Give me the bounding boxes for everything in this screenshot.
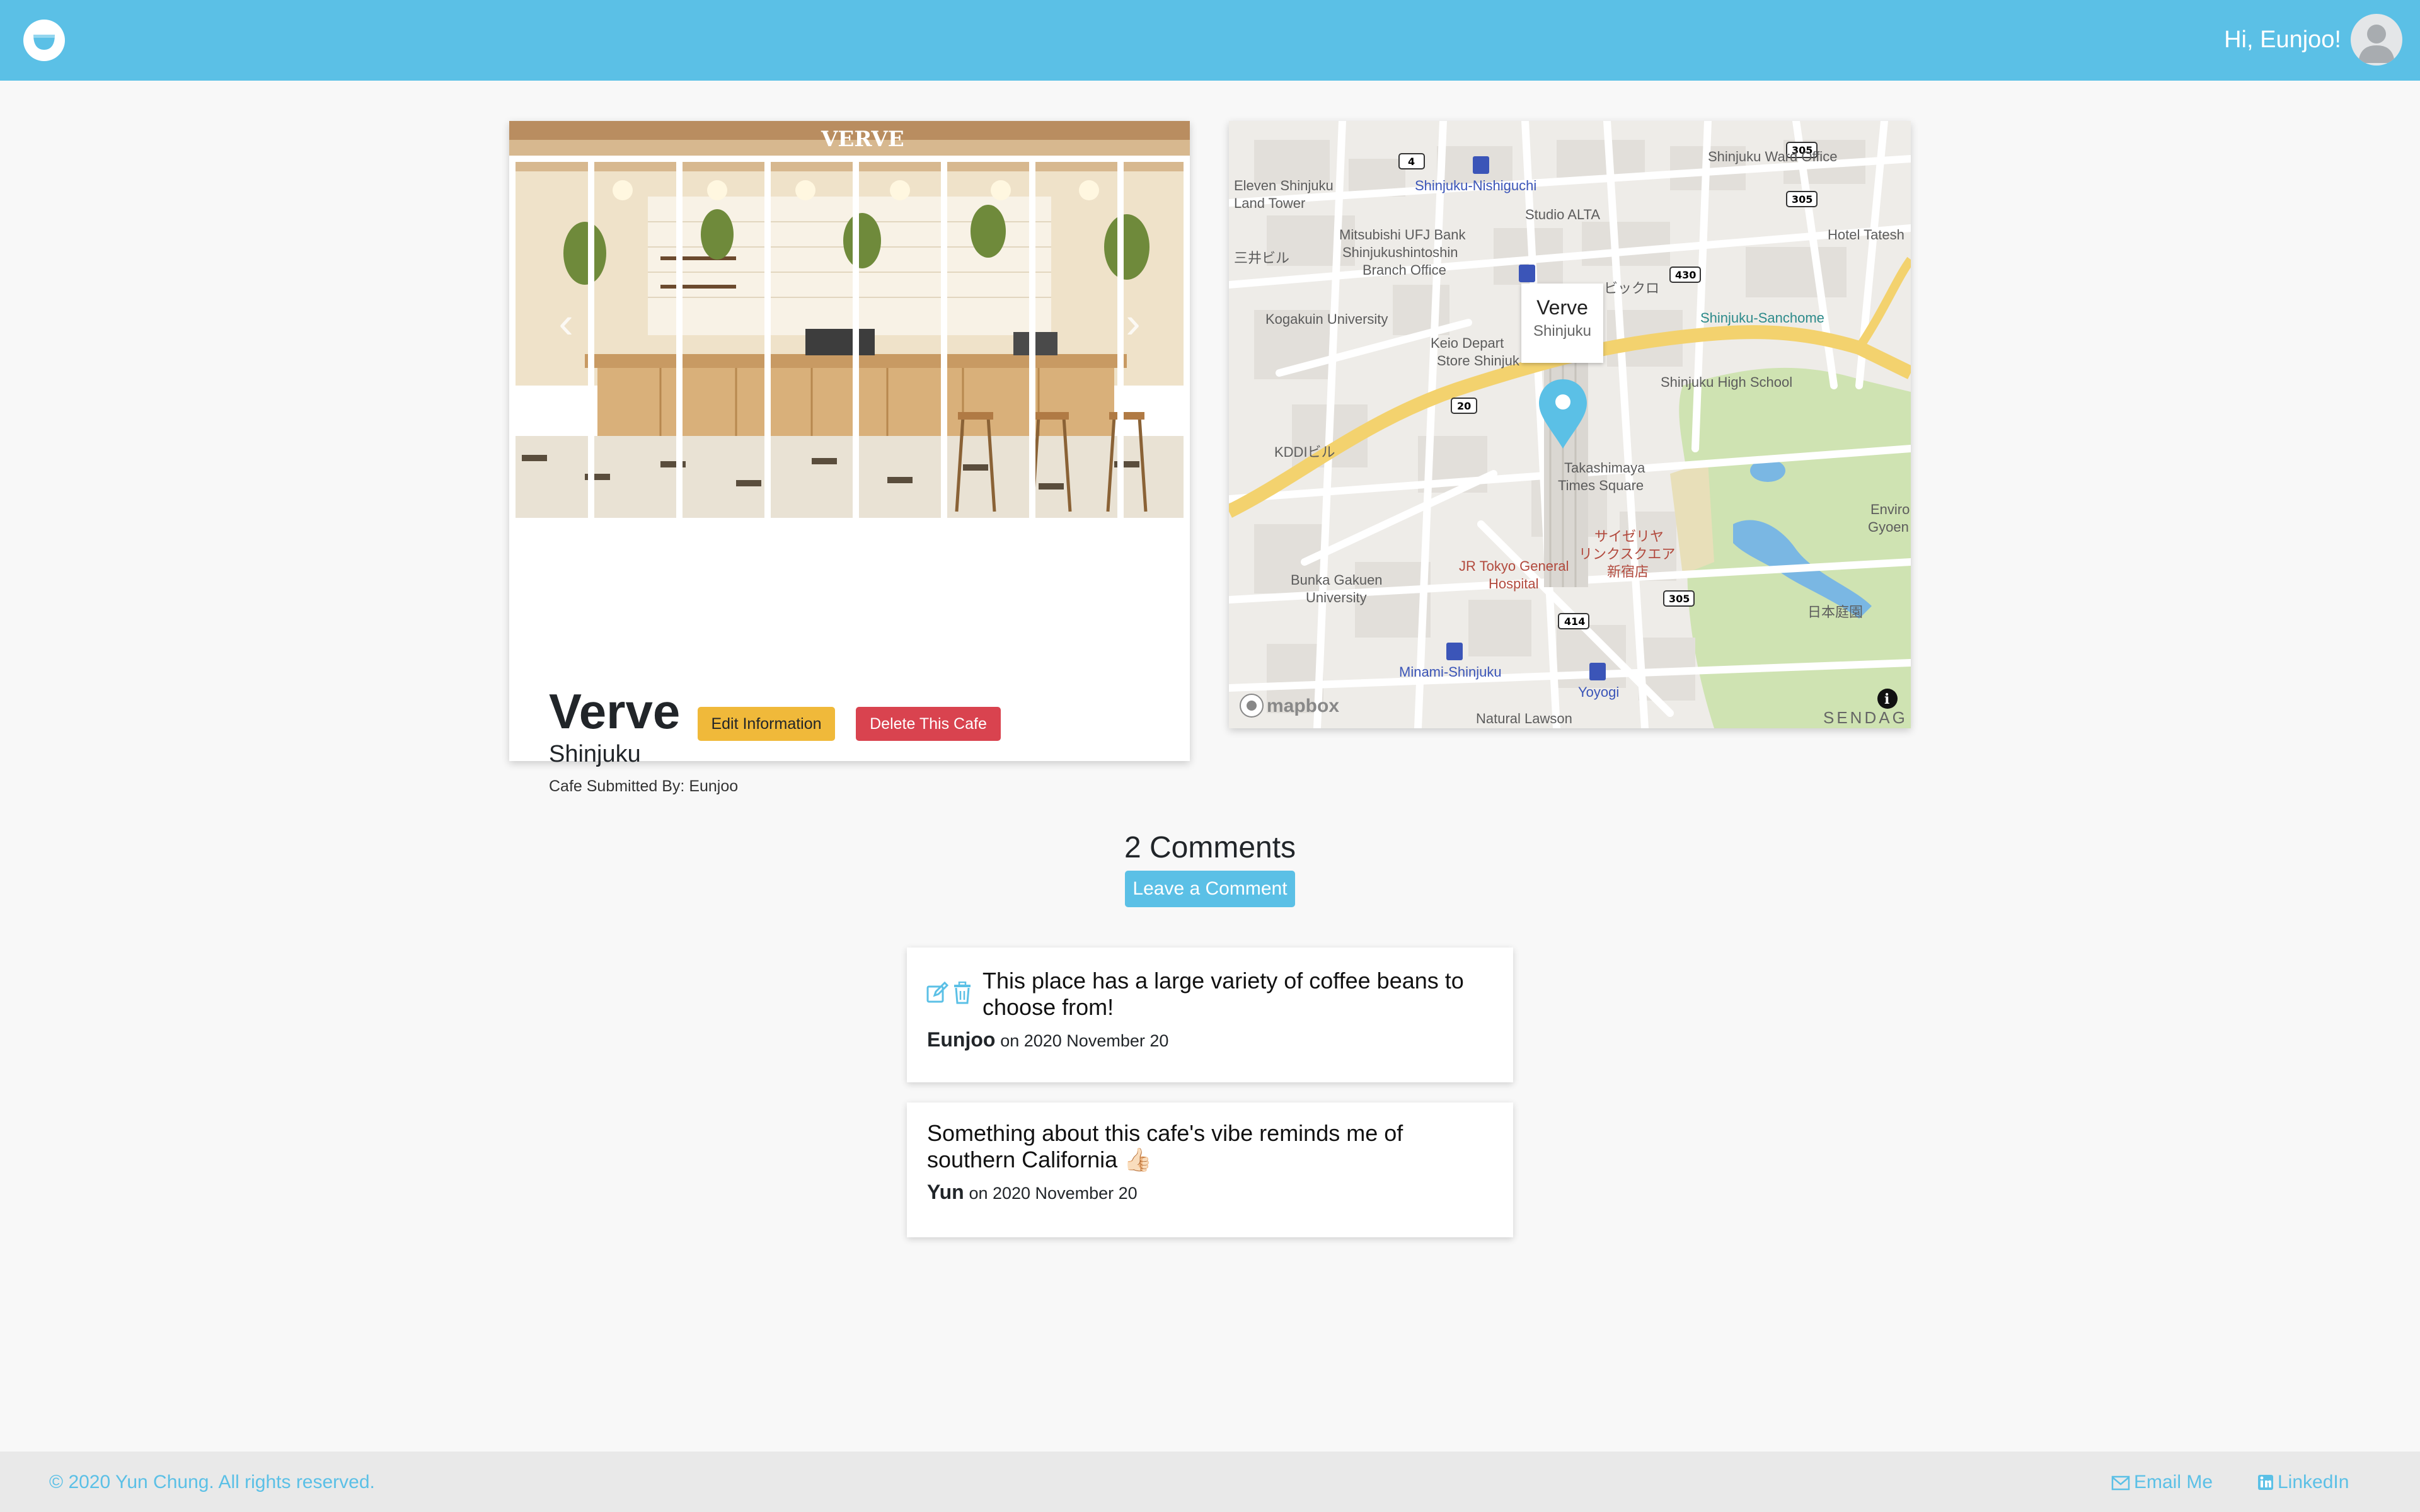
map-label: 三井ビル <box>1234 250 1290 266</box>
navbar: Hi, Eunjoo! <box>0 0 2420 81</box>
map-popup-subtitle: Shinjuku <box>1533 323 1592 340</box>
map-label: Branch Office <box>1363 262 1446 278</box>
map-label: Takashimaya <box>1564 460 1645 476</box>
edit-icon[interactable] <box>926 982 948 1004</box>
delete-cafe-button[interactable]: Delete This Cafe <box>856 707 1001 741</box>
comment-meta: Yun on 2020 November 20 <box>927 1181 1138 1204</box>
map-popup-title: Verve <box>1536 296 1588 319</box>
cafe-submitted-by: Cafe Submitted By: Eunjoo <box>549 777 739 795</box>
comment-card: This place has a large variety of coffee… <box>907 948 1513 1082</box>
shield-20: 20 <box>1457 400 1471 412</box>
comment-text: This place has a large variety of coffee… <box>982 968 1464 1020</box>
email-link-label: Email Me <box>2134 1472 2213 1492</box>
map-corner-label: SENDAG <box>1823 708 1908 727</box>
shield-305b: 305 <box>1792 193 1812 205</box>
map-label: Store Shinjuk <box>1437 353 1519 369</box>
map-label: Yoyogi <box>1578 684 1620 700</box>
svg-text:i: i <box>1884 691 1889 707</box>
map-label: KDDIビル <box>1274 444 1335 460</box>
map-label: Enviro <box>1870 501 1910 517</box>
mapbox-attribution[interactable]: mapbox <box>1267 696 1339 717</box>
map-label: Hospital <box>1489 576 1539 592</box>
cafe-card: VERVE ‹ › Verve Shinjuku Cafe Submitted … <box>509 121 1190 795</box>
cafe-area: Shinjuku <box>549 741 641 767</box>
edit-information-button[interactable]: Edit Information <box>698 707 835 741</box>
map-label: Minami-Shinjuku <box>1399 664 1502 680</box>
linkedin-icon <box>2258 1475 2273 1490</box>
copyright-text: © 2020 Yun Chung. All rights reserved. <box>49 1472 375 1492</box>
comment-author: Eunjoo <box>927 1028 996 1051</box>
map-label: Shinjukushintoshin <box>1342 244 1458 260</box>
map-label: 新宿店 <box>1607 564 1649 580</box>
map-label: Shinjuku Ward Office <box>1708 149 1838 164</box>
map-label: Keio Depart <box>1431 335 1504 351</box>
linkedin-link[interactable]: LinkedIn <box>2257 1472 2349 1493</box>
map-label: Shinjuku-Nishiguchi <box>1415 178 1537 193</box>
map-popup: Verve Shinjuku <box>1521 284 1603 363</box>
shield-4: 4 <box>1408 156 1415 168</box>
comment-meta: Eunjoo on 2020 November 20 <box>927 1028 1168 1051</box>
map-label: ビックロ <box>1604 280 1660 296</box>
carousel-next-button[interactable]: › <box>1114 291 1152 354</box>
comment-text: Something about this cafe's vibe reminds… <box>927 1120 1403 1172</box>
map-label: Shinjuku-Sanchome <box>1700 310 1824 326</box>
map-label: Hotel Tatesh <box>1828 227 1904 243</box>
map-label: Studio ALTA <box>1525 207 1601 222</box>
email-link[interactable]: Email Me <box>2111 1472 2213 1493</box>
map-label: University <box>1306 590 1367 605</box>
shield-305c: 305 <box>1669 593 1690 605</box>
user-greeting[interactable]: Hi, Eunjoo! <box>2224 24 2341 55</box>
shield-430: 430 <box>1675 269 1696 281</box>
map-label: Eleven Shinjuku <box>1234 178 1334 193</box>
map-label: 日本庭園 <box>1807 604 1864 620</box>
map-label: Times Square <box>1558 478 1644 493</box>
comment-card: Something about this cafe's vibe reminds… <box>907 1102 1513 1237</box>
comment-date: on 2020 November 20 <box>969 1184 1138 1203</box>
trash-icon[interactable] <box>952 982 972 1004</box>
map-label: Shinjuku High School <box>1661 374 1793 390</box>
map-label: Gyoen <box>1868 519 1909 535</box>
cafe-name: Verve <box>549 684 681 739</box>
comment-author: Yun <box>927 1181 964 1203</box>
user-avatar-icon[interactable] <box>2351 14 2402 66</box>
footer: © 2020 Yun Chung. All rights reserved. E… <box>0 1452 2420 1512</box>
envelope-icon <box>2111 1475 2130 1491</box>
map-label: Bunka Gakuen <box>1291 572 1383 588</box>
comments-heading: 2 Comments <box>1124 831 1296 864</box>
cafe-map[interactable]: 4 305 305 430 20 414 305 i Shinjuku Ward… <box>1229 121 1911 728</box>
map-label: JR Tokyo General <box>1459 558 1569 574</box>
linkedin-link-label: LinkedIn <box>2278 1472 2349 1492</box>
map-label: Kogakuin University <box>1265 311 1388 327</box>
map-label: Mitsubishi UFJ Bank <box>1339 227 1466 243</box>
comment-date: on 2020 November 20 <box>1000 1031 1169 1050</box>
leave-comment-button[interactable]: Leave a Comment <box>1125 871 1295 907</box>
shield-414: 414 <box>1564 616 1585 627</box>
carousel-prev-button[interactable]: ‹ <box>547 291 585 354</box>
map-label: Natural Lawson <box>1476 711 1572 726</box>
map-label: Land Tower <box>1234 195 1306 211</box>
photo-sign-text: VERVE <box>821 127 904 152</box>
cafe-photo: VERVE ‹ › <box>509 121 1190 524</box>
coffee-cup-icon[interactable] <box>23 20 65 61</box>
